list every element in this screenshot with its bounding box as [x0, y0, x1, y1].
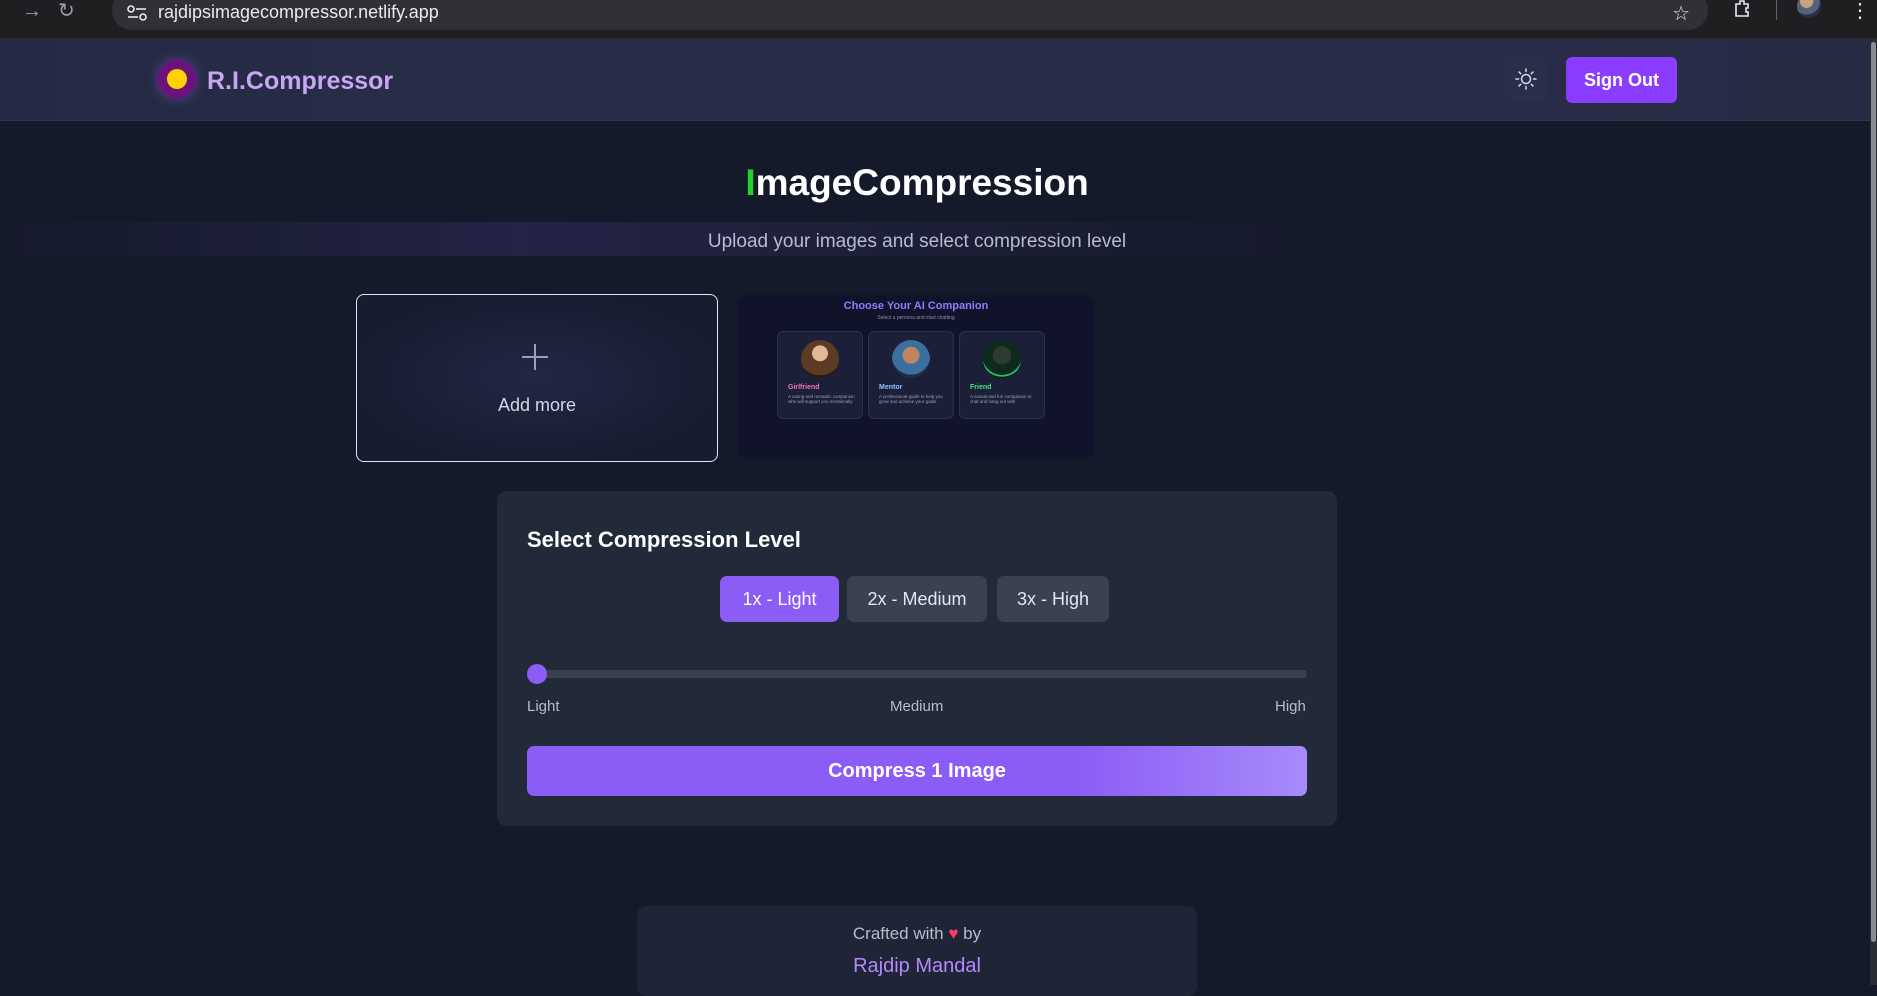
logo-icon[interactable] — [158, 60, 196, 98]
thumbnail-card-name: Girlfriend — [788, 384, 820, 391]
friend-avatar — [983, 340, 1021, 378]
sun-icon — [1515, 68, 1537, 90]
add-more-label: Add more — [497, 395, 577, 415]
author-link[interactable]: Rajdip Mandal — [637, 955, 1197, 978]
address-bar[interactable]: rajdipsimagecompressor.netlify.app ☆ — [112, 0, 1708, 30]
compression-slider-thumb[interactable] — [527, 664, 547, 684]
slider-label-high: High — [1275, 698, 1306, 715]
thumbnail-card-mentor: Mentor A professional guide to help you … — [868, 331, 954, 419]
profile-avatar[interactable] — [1797, 0, 1821, 18]
slider-label-light: Light — [527, 698, 560, 715]
thumbnail-card-friend: Friend A casual and fun companion to cha… — [959, 331, 1045, 419]
crafted-line: Crafted with ♥ by — [637, 924, 1197, 944]
bookmark-star-icon[interactable]: ☆ — [1672, 1, 1690, 26]
level-light-button[interactable]: 1x - Light — [720, 576, 839, 622]
thumbnail-card-desc: A professional guide to help you grow an… — [879, 394, 943, 405]
toolbar-divider — [1776, 0, 1777, 20]
sign-out-button[interactable]: Sign Out — [1566, 57, 1677, 103]
thumbnail-card-girlfriend: Girlfriend A caring and romantic compani… — [777, 331, 863, 419]
compression-slider-track[interactable] — [537, 670, 1307, 678]
mentor-avatar — [892, 340, 930, 378]
thumbnail-card-name: Friend — [970, 384, 992, 391]
slider-label-medium: Medium — [890, 698, 944, 715]
heart-icon: ♥ — [948, 924, 959, 943]
url-text[interactable]: rajdipsimagecompressor.netlify.app — [158, 2, 439, 23]
thumbnail-subtitle: Select a persona and start chatting — [877, 315, 955, 321]
crafted-prefix: Crafted with — [852, 924, 944, 943]
footer: Crafted with ♥ by Rajdip Mandal — [637, 906, 1197, 996]
page-title-rest: mageCompression — [755, 162, 1089, 203]
compression-panel: Select Compression Level 1x - Light 2x -… — [497, 491, 1337, 826]
page-title-highlight: I — [745, 162, 756, 203]
thumbnail-card-desc: A casual and fun companion to chat and h… — [970, 394, 1032, 405]
extensions-icon[interactable] — [1732, 0, 1754, 20]
theme-toggle-button[interactable] — [1504, 57, 1548, 101]
page-subtitle: Upload your images and select compressio… — [707, 231, 1127, 252]
thumbnail-title: Choose Your AI Companion — [843, 300, 989, 312]
crafted-suffix: by — [963, 924, 982, 943]
reload-icon[interactable]: ↻ — [58, 0, 75, 22]
app-header: R.I.Compressor Sign Out — [0, 39, 1870, 121]
page-title: ImageCompression — [0, 162, 1834, 204]
level-high-button[interactable]: 3x - High — [997, 576, 1109, 622]
compression-title: Select Compression Level — [527, 527, 801, 552]
scrollbar-thumb[interactable] — [1871, 42, 1876, 942]
brand-name[interactable]: R.I.Compressor — [207, 67, 393, 96]
thumbnail-card-desc: A caring and romantic companion who will… — [788, 394, 855, 405]
browser-toolbar: → ↻ rajdipsimagecompressor.netlify.app ☆… — [0, 0, 1877, 39]
level-medium-button[interactable]: 2x - Medium — [847, 576, 987, 622]
site-info-icon[interactable] — [126, 4, 148, 22]
plus-icon — [522, 344, 548, 370]
forward-icon[interactable]: → — [22, 0, 42, 22]
uploaded-image-thumbnail[interactable]: Choose Your AI Companion Select a person… — [737, 295, 1095, 459]
thumbnail-card-name: Mentor — [879, 384, 903, 391]
compress-button[interactable]: Compress 1 Image — [527, 746, 1307, 796]
girlfriend-avatar — [801, 340, 839, 378]
browser-menu-icon[interactable]: ⋮ — [1850, 0, 1870, 23]
add-more-dropzone[interactable]: Add more — [356, 294, 718, 462]
